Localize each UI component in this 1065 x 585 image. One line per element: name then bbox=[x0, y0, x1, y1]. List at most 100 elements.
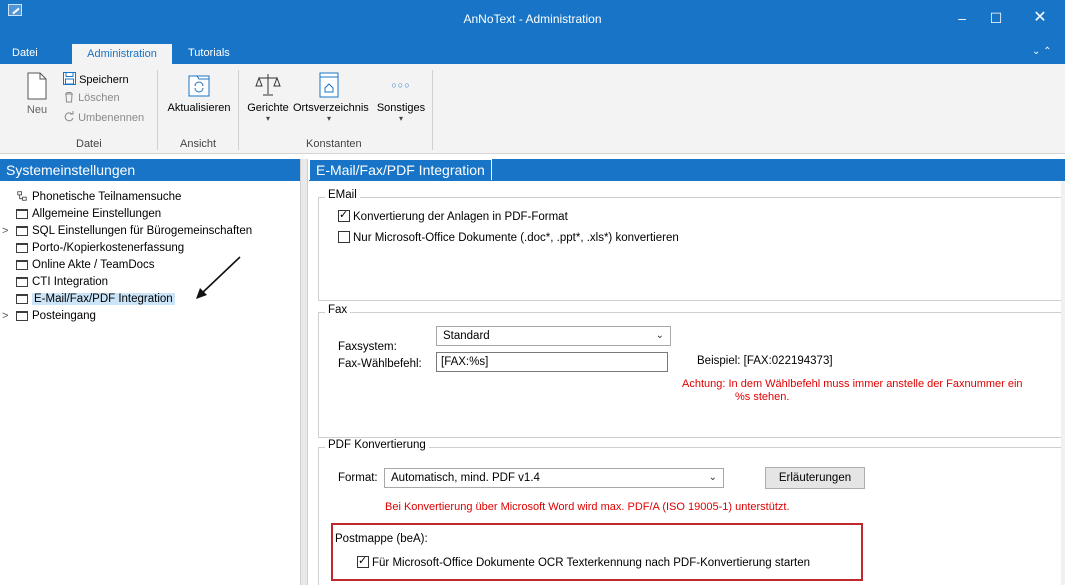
tree-item-label: Phonetische Teilnamensuche bbox=[32, 191, 182, 203]
settings-tree-header: Systemeinstellungen bbox=[0, 159, 300, 181]
other-button[interactable]: ○○○ Sonstiges ▾ bbox=[374, 72, 428, 123]
convert-attachments-checkbox[interactable]: Konvertierung der Anlagen in PDF-Format bbox=[338, 208, 568, 223]
email-group-title: EMail bbox=[325, 189, 360, 201]
fax-system-label: Faxsystem: bbox=[338, 341, 397, 353]
courts-label: Gerichte bbox=[247, 102, 289, 114]
vertical-scrollbar[interactable] bbox=[1061, 181, 1065, 585]
chevron-down-icon: ⌄ bbox=[655, 330, 664, 341]
refresh-label: Aktualisieren bbox=[167, 102, 231, 114]
places-label: Ortsverzeichnis bbox=[293, 102, 369, 114]
fax-group-title: Fax bbox=[325, 304, 351, 316]
ribbon-tab-strip: Datei Administration Tutorials ⌄ ⌃ bbox=[0, 44, 1065, 64]
settings-tree-panel: Systemeinstellungen Phonetische Teilname… bbox=[0, 159, 300, 585]
annotation-arrow-icon bbox=[196, 256, 241, 299]
rename-icon bbox=[64, 111, 74, 122]
ribbon-separator bbox=[432, 70, 433, 150]
fax-warning-line2: %s stehen. bbox=[735, 391, 790, 403]
tree-item-sql-settings[interactable]: > SQL Einstellungen für Bürogemeinschaft… bbox=[2, 223, 300, 240]
pdf-group-title: PDF Konvertierung bbox=[325, 439, 429, 451]
expand-chevron-icon[interactable]: > bbox=[2, 308, 8, 325]
network-icon bbox=[17, 191, 27, 201]
group-label-datei: Datei bbox=[76, 138, 102, 150]
folder-icon bbox=[16, 209, 28, 219]
tree-item-general-settings[interactable]: Allgemeine Einstellungen bbox=[14, 206, 300, 223]
chevron-down-icon: ⌄ bbox=[708, 472, 717, 483]
window-title: AnNoText - Administration bbox=[463, 12, 602, 26]
tree-item-phonetic-search[interactable]: Phonetische Teilnamensuche bbox=[14, 189, 300, 206]
tree-item-posteingang[interactable]: > Posteingang bbox=[2, 308, 300, 325]
office-only-checkbox[interactable]: Nur Microsoft-Office Dokumente (.doc*, .… bbox=[338, 231, 679, 244]
chevron-down-icon: ▾ bbox=[265, 114, 270, 123]
pdf-groupbox: PDF Konvertierung Format: Automatisch, m… bbox=[318, 439, 1065, 585]
refresh-button[interactable]: Aktualisieren bbox=[164, 72, 234, 114]
address-book-icon bbox=[319, 72, 339, 98]
checkbox-label: Konvertierung der Anlagen in PDF-Format bbox=[353, 211, 568, 223]
save-icon bbox=[63, 72, 76, 85]
tab-datei[interactable]: Datei bbox=[12, 47, 38, 59]
pdf-format-label: Format: bbox=[338, 472, 378, 484]
new-label: Neu bbox=[26, 104, 48, 116]
fax-groupbox: Fax Faxsystem: Standard ⌄ Fax-Wählbefehl… bbox=[318, 304, 1065, 438]
panel-splitter[interactable] bbox=[300, 159, 308, 585]
explanations-button[interactable]: Erläuterungen bbox=[765, 467, 865, 489]
detail-tab-bar: E-Mail/Fax/PDF Integration bbox=[309, 159, 1065, 181]
tree-item-label: Online Akte / TeamDocs bbox=[32, 259, 155, 271]
fax-example-text: Beispiel: [FAX:022194373] bbox=[697, 355, 833, 367]
close-button[interactable]: ✕ bbox=[1030, 8, 1050, 28]
detail-panel: E-Mail/Fax/PDF Integration EMail Konvert… bbox=[309, 159, 1065, 585]
rename-button[interactable]: Umbenennen bbox=[63, 111, 144, 124]
fax-system-select[interactable]: Standard ⌄ bbox=[436, 326, 671, 346]
tab-administration[interactable]: Administration bbox=[72, 44, 172, 64]
chevron-down-icon: ▾ bbox=[326, 114, 331, 123]
ribbon-separator bbox=[238, 70, 239, 150]
folder-icon bbox=[16, 311, 28, 321]
tree-item-label: Porto-/Kopierkostenerfassung bbox=[32, 242, 185, 254]
other-label: Sonstiges bbox=[376, 102, 426, 114]
trash-icon bbox=[65, 92, 73, 103]
more-dots-icon: ○○○ bbox=[391, 80, 411, 90]
tab-email-fax-pdf[interactable]: E-Mail/Fax/PDF Integration bbox=[309, 159, 492, 180]
email-groupbox: EMail Konvertierung der Anlagen in PDF-F… bbox=[318, 189, 1065, 301]
new-button[interactable]: Neu bbox=[22, 72, 52, 116]
delete-button[interactable]: Löschen bbox=[63, 91, 120, 104]
folder-icon bbox=[16, 260, 28, 270]
maximize-button[interactable]: ☐ bbox=[986, 8, 1006, 28]
new-document-icon bbox=[27, 72, 47, 100]
expand-chevron-icon[interactable]: > bbox=[2, 223, 8, 240]
places-button[interactable]: Ortsverzeichnis ▾ bbox=[293, 72, 369, 123]
chevron-down-icon: ▾ bbox=[398, 114, 403, 123]
minimize-button[interactable]: – bbox=[952, 8, 972, 28]
folder-icon bbox=[16, 226, 28, 236]
rename-label: Umbenennen bbox=[78, 112, 145, 124]
tree-item-label: Allgemeine Einstellungen bbox=[32, 208, 162, 220]
folder-icon bbox=[16, 243, 28, 253]
group-label-ansicht: Ansicht bbox=[180, 138, 217, 150]
delete-label: Löschen bbox=[78, 92, 120, 104]
fax-warning-line1: Achtung: In dem Wählbefehl muss immer an… bbox=[682, 378, 1023, 390]
ribbon-collapse-button[interactable]: ⌄ ⌃ bbox=[1032, 46, 1052, 57]
select-value: Standard bbox=[443, 330, 490, 342]
fax-dial-input[interactable]: [FAX:%s] bbox=[436, 352, 668, 372]
folder-icon bbox=[16, 294, 28, 304]
pdf-warning: Bei Konvertierung über Microsoft Word wi… bbox=[385, 501, 790, 513]
tab-tutorials[interactable]: Tutorials bbox=[188, 47, 230, 59]
fax-dial-label: Fax-Wählbefehl: bbox=[338, 358, 422, 370]
scales-icon bbox=[255, 74, 281, 96]
checkbox-checked-icon bbox=[338, 208, 350, 222]
group-label-konstanten: Konstanten bbox=[306, 138, 362, 150]
tree-item-label: E-Mail/Fax/PDF Integration bbox=[32, 293, 175, 305]
ribbon: Neu Speichern Löschen Umbenennen Datei A… bbox=[0, 64, 1065, 154]
checkbox-label: Nur Microsoft-Office Dokumente (.doc*, .… bbox=[353, 232, 679, 244]
courts-button[interactable]: Gerichte ▾ bbox=[244, 72, 292, 123]
select-value: Automatisch, mind. PDF v1.4 bbox=[391, 472, 540, 484]
tree-item-label: SQL Einstellungen für Bürogemeinschaften bbox=[32, 225, 253, 237]
folder-icon bbox=[16, 277, 28, 287]
tree-item-label: Posteingang bbox=[32, 310, 96, 322]
ribbon-separator bbox=[157, 70, 158, 150]
refresh-folder-icon bbox=[188, 75, 210, 97]
postmappe-highlight-box bbox=[331, 523, 863, 581]
pdf-format-select[interactable]: Automatisch, mind. PDF v1.4 ⌄ bbox=[384, 468, 724, 488]
save-label: Speichern bbox=[79, 74, 129, 86]
save-button[interactable]: Speichern bbox=[63, 72, 129, 86]
checkbox-unchecked-icon bbox=[338, 231, 350, 243]
